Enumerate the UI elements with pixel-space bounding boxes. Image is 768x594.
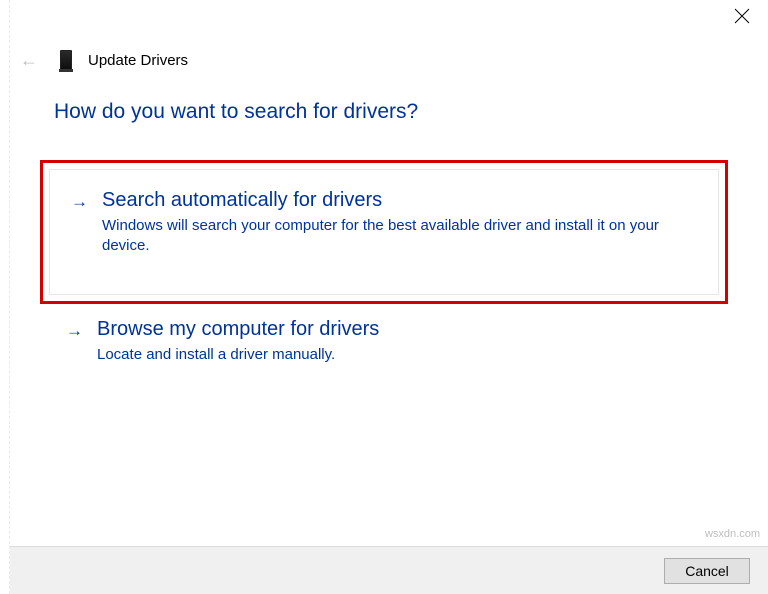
back-icon[interactable]: ← [20, 51, 38, 69]
cancel-button[interactable]: Cancel [664, 558, 750, 584]
question-heading: How do you want to search for drivers? [54, 100, 714, 124]
window-left-edge [0, 0, 10, 594]
arrow-right-icon: → [62, 318, 83, 344]
option-description: Windows will search your computer for th… [102, 216, 701, 257]
device-icon [60, 50, 72, 70]
footer-bar: Cancel [10, 546, 768, 594]
watermark-text: wsxdn.com [705, 528, 760, 540]
option-text-group: Browse my computer for drivers Locate an… [97, 318, 690, 365]
titlebar [0, 0, 768, 38]
option-description: Locate and install a driver manually. [97, 345, 690, 365]
option-text-group: Search automatically for drivers Windows… [102, 189, 701, 257]
arrow-right-icon: → [61, 189, 88, 215]
wizard-header: ← Update Drivers [0, 38, 768, 70]
option-search-automatically[interactable]: → Search automatically for drivers Windo… [40, 160, 728, 304]
close-icon[interactable] [734, 8, 750, 24]
option-browse-computer[interactable]: → Browse my computer for drivers Locate … [54, 318, 714, 365]
option-title: Search automatically for drivers [102, 189, 701, 212]
option-title: Browse my computer for drivers [97, 318, 690, 341]
wizard-title: Update Drivers [88, 52, 188, 69]
content-area: How do you want to search for drivers? →… [0, 70, 768, 365]
